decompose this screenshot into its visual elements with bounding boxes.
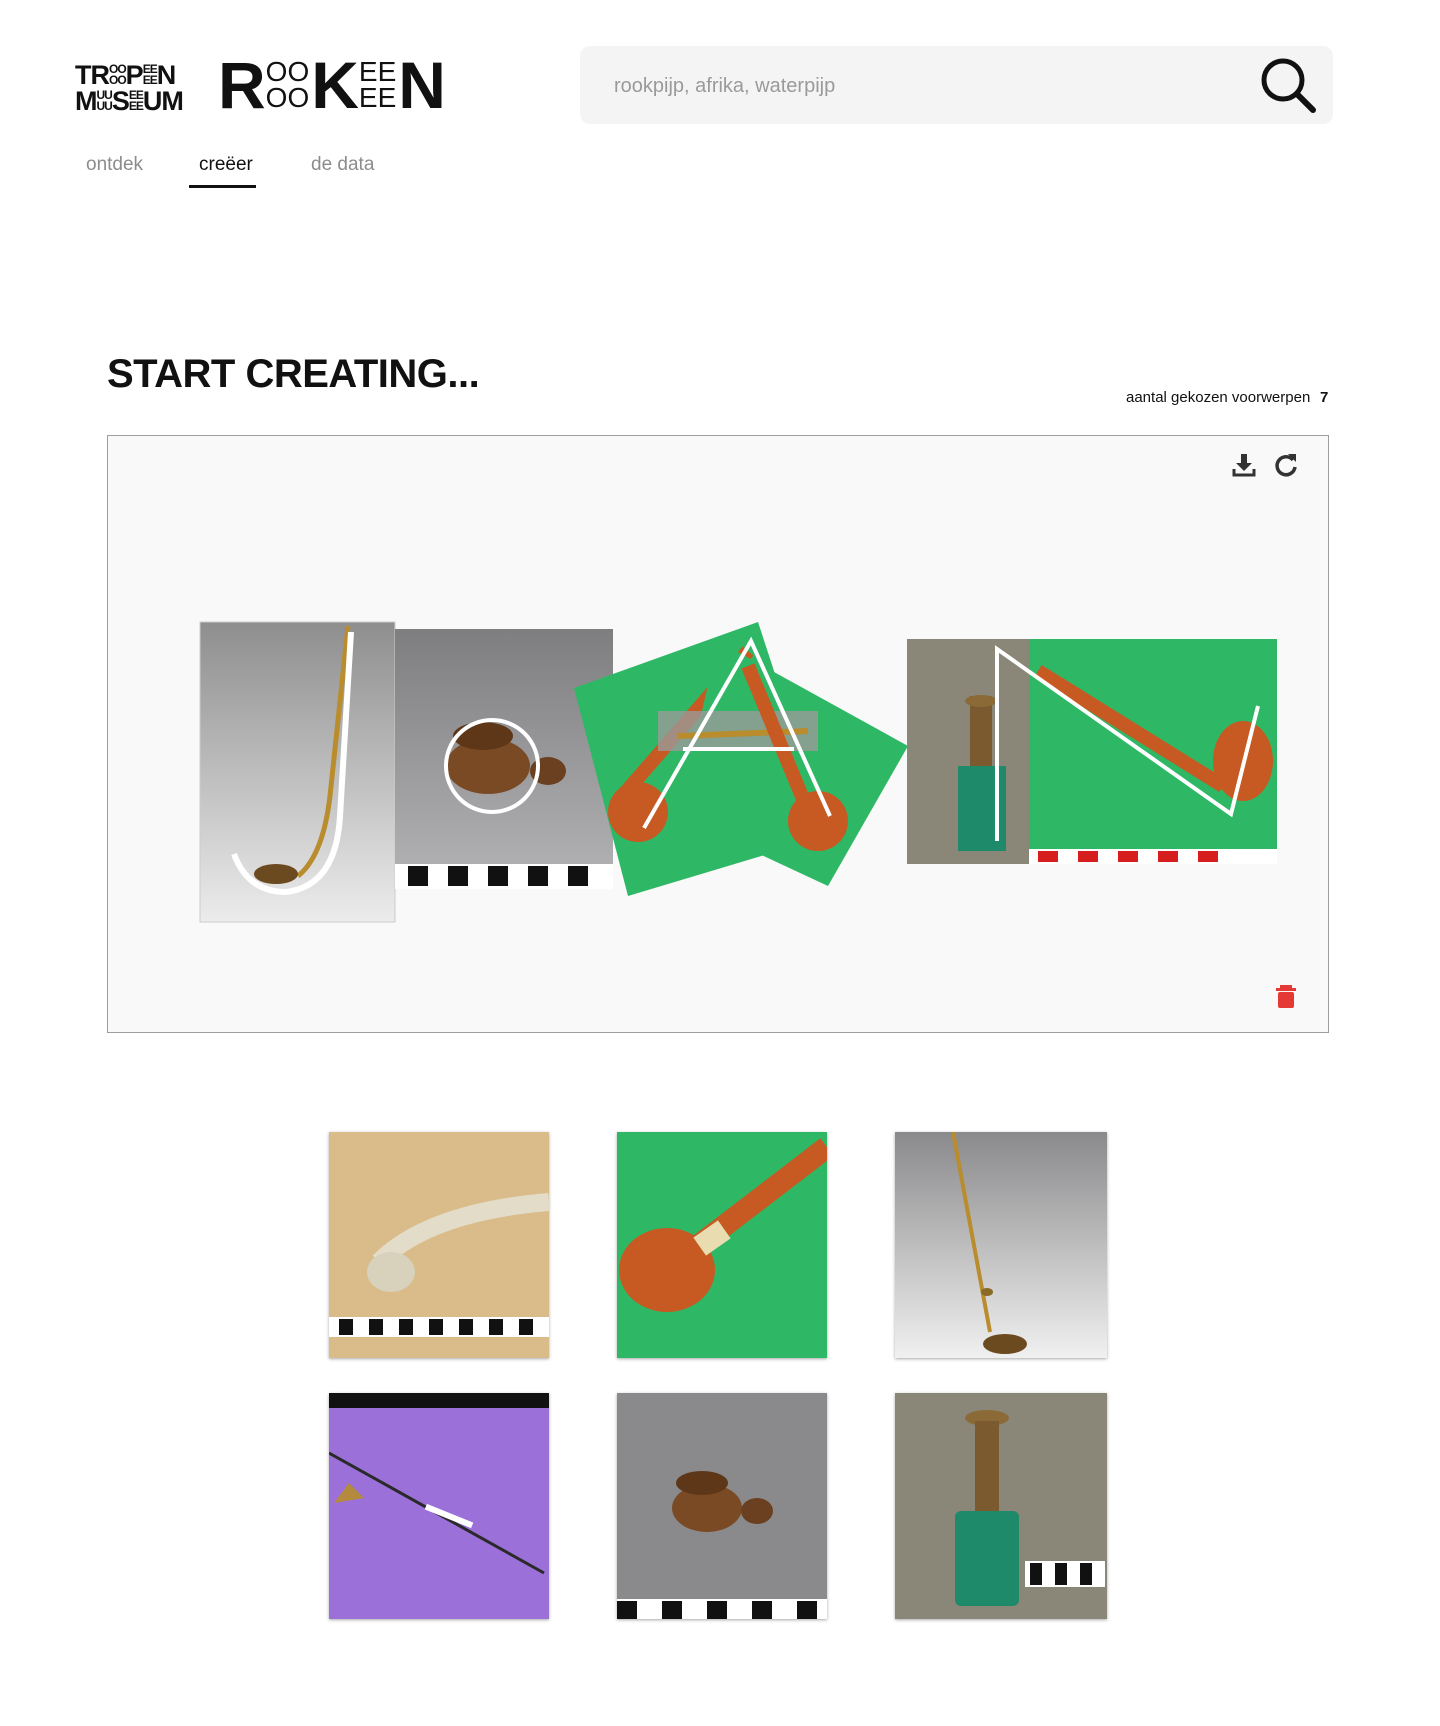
rooken-logo[interactable]: R OO OO K EE EE N: [218, 48, 446, 122]
gallery-item-long-pipe-on-purple[interactable]: [329, 1393, 549, 1619]
gallery-item-brass-long-pipe[interactable]: [895, 1132, 1107, 1358]
logo-text: N: [156, 60, 176, 90]
gallery-item-carved-wooden-bowl[interactable]: [617, 1393, 827, 1619]
creation-canvas[interactable]: [107, 435, 1329, 1033]
selected-count-label: aantal gekozen voorwerpen: [1126, 389, 1311, 406]
logo-text: EE: [142, 73, 158, 87]
logo-text: UM: [142, 86, 184, 116]
tab-ontdek[interactable]: ontdek: [86, 154, 143, 190]
logo-text: UU: [96, 99, 113, 113]
tab-de-data[interactable]: de data: [311, 154, 374, 190]
search-bar: [580, 46, 1333, 124]
gallery-item-ivory-pipe[interactable]: [329, 1132, 549, 1358]
active-tab-indicator: [189, 185, 256, 188]
logo-text: M: [75, 86, 97, 116]
logo-text: EE: [128, 99, 144, 113]
tropenmuseum-logo[interactable]: TR OO OO P EE EE N M UU UU S EE EE UM: [75, 60, 190, 116]
logo-text: OO: [265, 82, 310, 113]
logo-text: P: [125, 60, 144, 90]
logo-text: R: [218, 48, 266, 122]
logo-text: K: [311, 48, 359, 122]
gallery-item-beaded-water-pipe[interactable]: [895, 1393, 1107, 1619]
composition-photo-n-left: [907, 639, 1032, 864]
logo-text: EE: [358, 82, 397, 113]
gallery-item-orange-bowl-pipe[interactable]: [617, 1132, 827, 1358]
logo-text: TR: [75, 60, 110, 90]
logo-text: OO: [109, 73, 127, 87]
selected-count-value: 7: [1320, 389, 1329, 406]
logo-text: N: [398, 48, 446, 122]
composition-photo-j: [199, 621, 396, 923]
page-title: START CREATING...: [107, 352, 480, 396]
logo-text: S: [111, 86, 130, 116]
composition-photo-n-right: [995, 639, 1277, 864]
search-icon[interactable]: [1257, 54, 1319, 116]
composition-photo-dot: [395, 629, 613, 889]
composition-artwork[interactable]: [108, 436, 1328, 1032]
trash-icon[interactable]: [1272, 982, 1300, 1010]
search-input[interactable]: [612, 68, 1216, 104]
